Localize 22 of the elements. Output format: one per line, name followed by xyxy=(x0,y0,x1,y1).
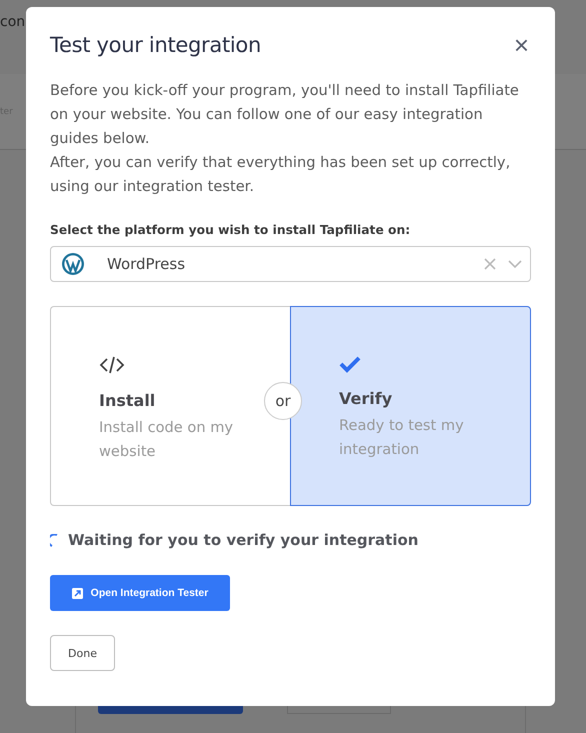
intro-text: Before you kick-off your program, you'll need to install Tapfiliate on your website. You can follow one of our easy integration guides below. xyxy=(50,81,520,149)
option-title: Install xyxy=(99,391,156,410)
open-tester-button[interactable]: Open Integration Tester xyxy=(50,575,230,611)
chevron-down-icon[interactable] xyxy=(508,259,522,269)
page-text: con xyxy=(0,14,26,30)
code-icon xyxy=(99,355,125,375)
option-title: Verify xyxy=(339,389,394,408)
spinner-icon xyxy=(50,534,58,546)
option-description: Install code on my website xyxy=(99,418,234,462)
external-link-icon xyxy=(72,588,83,598)
dialog-title: Test your integration xyxy=(50,33,261,57)
option-card[interactable]: Verify Ready to test my integration xyxy=(290,306,531,506)
option-description: Ready to test my integration xyxy=(339,416,465,460)
wordpress-logo-icon xyxy=(61,252,85,276)
platform-label: Select the platform you wish to install Tapfiliate on: xyxy=(50,223,412,237)
clear-icon[interactable] xyxy=(484,258,496,270)
platform-select[interactable]: WordPress xyxy=(50,246,531,282)
done-button[interactable]: Done xyxy=(50,635,115,671)
check-icon xyxy=(339,355,361,373)
close-button[interactable]: × xyxy=(514,35,529,55)
intro-text: After, you can verify that everything has been set up correctly, using our integration tester. xyxy=(50,153,512,197)
status-text: Waiting for you to verify your integration xyxy=(68,531,418,549)
